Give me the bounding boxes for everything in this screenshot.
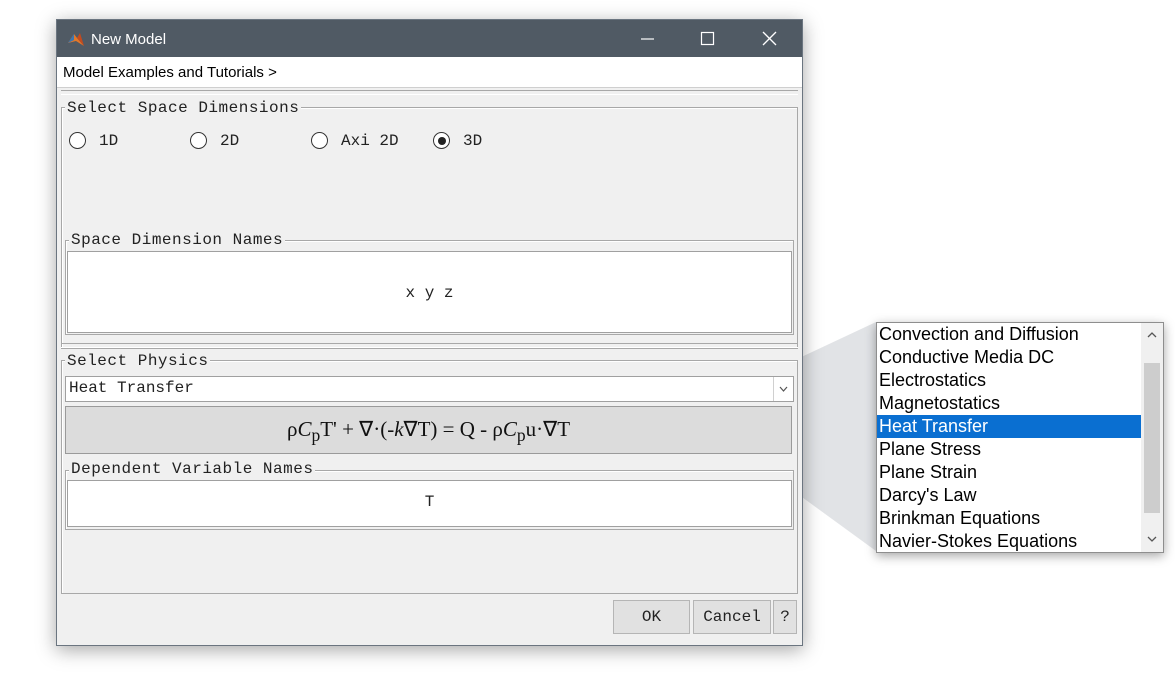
radio-circle xyxy=(433,132,450,149)
equation-part: p xyxy=(516,425,526,446)
maximize-icon xyxy=(700,31,715,46)
new-model-dialog: New Model Model Examples and Tutorials >… xyxy=(56,19,803,646)
list-item-selected[interactable]: Heat Transfer xyxy=(877,415,1141,438)
dependent-vars-legend: Dependent Variable Names xyxy=(69,460,316,478)
equation-text: ρCpT' + ∇·(-k∇T) = Q - ρCpu·∇T xyxy=(66,417,791,446)
radio-label: Axi 2D xyxy=(341,132,399,150)
list-item[interactable]: Electrostatics xyxy=(877,369,1141,392)
equation-part: k xyxy=(394,417,404,441)
close-icon xyxy=(762,31,777,46)
radio-selected-dot xyxy=(438,137,446,145)
radio-label: 1D xyxy=(99,132,119,150)
close-button[interactable] xyxy=(741,20,799,57)
menu-model-examples[interactable]: Model Examples and Tutorials > xyxy=(63,64,277,81)
equation-part: T' + ∇·(- xyxy=(320,417,395,441)
list-item[interactable]: Magnetostatics xyxy=(877,392,1141,415)
divider xyxy=(61,90,798,95)
minimize-button[interactable] xyxy=(619,20,677,57)
radio-label: 3D xyxy=(463,132,483,150)
chevron-down-icon xyxy=(779,386,788,392)
cancel-button[interactable]: Cancel xyxy=(693,600,771,634)
radio-circle xyxy=(69,132,86,149)
chevron-up-icon[interactable] xyxy=(1146,329,1158,341)
list-item[interactable]: Plane Strain xyxy=(877,461,1141,484)
help-button[interactable]: ? xyxy=(773,600,797,634)
window-title: New Model xyxy=(91,31,167,48)
radio-label: 2D xyxy=(220,132,240,150)
equation-part: p xyxy=(311,425,321,446)
physics-select-dropdown[interactable] xyxy=(773,377,793,401)
physics-dropdown-list: Convection and Diffusion Conductive Medi… xyxy=(876,322,1164,553)
space-dimensions-legend: Select Space Dimensions xyxy=(65,99,302,117)
radio-circle xyxy=(190,132,207,149)
equation-part: u·∇T xyxy=(525,417,571,441)
list-item[interactable]: Convection and Diffusion xyxy=(877,323,1141,346)
dependent-vars-value: T xyxy=(424,493,435,511)
title-bar: New Model xyxy=(57,20,802,57)
space-names-field[interactable]: x y z xyxy=(67,251,792,333)
space-names-legend: Space Dimension Names xyxy=(69,231,286,249)
space-names-value: x y z xyxy=(405,284,454,302)
physics-legend: Select Physics xyxy=(65,352,211,370)
ok-button[interactable]: OK xyxy=(613,600,690,634)
physics-equation: ρCpT' + ∇·(-k∇T) = Q - ρCpu·∇T xyxy=(65,406,792,454)
physics-select-value: Heat Transfer xyxy=(69,379,194,397)
equation-part: ρ xyxy=(286,417,298,441)
menu-bar: Model Examples and Tutorials > xyxy=(57,57,802,88)
radio-circle xyxy=(311,132,328,149)
dependent-vars-field[interactable]: T xyxy=(67,480,792,527)
list-scrollbar[interactable] xyxy=(1141,323,1163,552)
scrollbar-thumb[interactable] xyxy=(1144,363,1160,513)
equation-part: C xyxy=(502,417,517,441)
chevron-down-icon[interactable] xyxy=(1146,533,1158,545)
divider xyxy=(61,343,798,348)
physics-select[interactable]: Heat Transfer xyxy=(65,376,794,402)
maximize-button[interactable] xyxy=(679,20,737,57)
equation-part: ∇T) = Q - ρ xyxy=(403,417,503,441)
minimize-icon xyxy=(641,38,654,40)
list-item[interactable]: Darcy's Law xyxy=(877,484,1141,507)
list-item[interactable]: Conductive Media DC xyxy=(877,346,1141,369)
list-item[interactable]: Brinkman Equations xyxy=(877,507,1141,530)
equation-part: C xyxy=(297,417,312,441)
list-item[interactable]: Navier-Stokes Equations xyxy=(877,530,1141,552)
list-item[interactable]: Plane Stress xyxy=(877,438,1141,461)
matlab-logo-icon xyxy=(68,33,84,46)
